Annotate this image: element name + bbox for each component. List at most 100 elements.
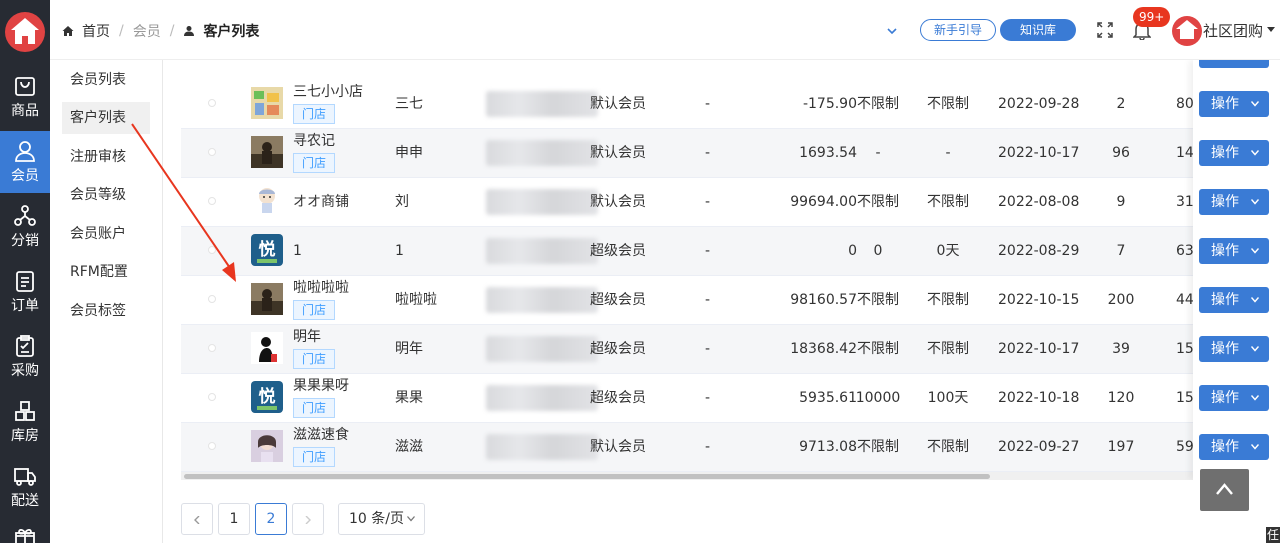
action-button[interactable]: 操作 xyxy=(1199,336,1269,362)
main-nav-rail: 商品 会员 分销 订单 采购 库房 配送 xyxy=(0,0,50,543)
submenu-item-registration-review[interactable]: 注册审核 xyxy=(62,141,150,173)
order-icon xyxy=(16,271,34,292)
page-button-2[interactable]: 2 xyxy=(255,503,287,535)
contact-name: 申申 xyxy=(395,145,423,161)
action-button[interactable]: 操作 xyxy=(1199,140,1269,166)
rail-item-warehouse[interactable]: 库房 xyxy=(0,391,50,453)
row-selector[interactable] xyxy=(208,99,216,107)
action-button[interactable]: 操作 xyxy=(1199,238,1269,264)
next-page-button[interactable] xyxy=(292,503,324,535)
action-button[interactable]: 操作 xyxy=(1199,189,1269,215)
store-tag: 门店 xyxy=(293,349,335,369)
referrer: - xyxy=(705,390,711,406)
home-icon[interactable] xyxy=(62,25,74,37)
referrer: - xyxy=(705,292,711,308)
rail-item-purchase[interactable]: 采购 xyxy=(0,326,50,388)
rail-item-goods[interactable]: 商品 xyxy=(0,66,50,128)
order-count: 9 xyxy=(1116,194,1126,210)
rail-item-members[interactable]: 会员 xyxy=(0,131,50,193)
caret-down-icon[interactable] xyxy=(1267,27,1275,32)
order-count: 39 xyxy=(1112,341,1130,357)
chevron-down-icon xyxy=(1251,346,1259,352)
user-icon xyxy=(184,26,195,36)
action-button[interactable]: 操作 xyxy=(1199,434,1269,460)
table-row: 明年 门店 明年 超级会员 -18368.42 不限制 不限制 2022-10-17 39 157 xyxy=(181,325,1203,374)
submenu-item-member-tags[interactable]: 会员标签 xyxy=(62,295,150,327)
knowledge-base-button[interactable]: 知识库 xyxy=(1000,19,1076,41)
row-selector[interactable] xyxy=(208,344,216,352)
submenu-item-member-list[interactable]: 会员列表 xyxy=(62,64,150,96)
page-size-select[interactable]: 10 条/页 xyxy=(338,503,425,535)
register-date: 2022-08-29 xyxy=(998,243,1080,259)
action-button[interactable]: 操作 xyxy=(1199,385,1269,411)
breadcrumb-parent[interactable]: 会员 xyxy=(133,21,161,41)
avatar[interactable] xyxy=(1172,16,1202,46)
guide-button[interactable]: 新手引导 xyxy=(920,19,996,41)
shop-name[interactable]: 三七小小店 xyxy=(293,83,363,101)
action-button[interactable]: 操作 xyxy=(1199,91,1269,117)
prev-page-button[interactable] xyxy=(181,503,213,535)
row-selector[interactable] xyxy=(208,197,216,205)
order-count: 197 xyxy=(1107,439,1135,455)
fullscreen-icon[interactable] xyxy=(1097,22,1113,38)
contact-name: 明年 xyxy=(395,341,423,357)
submenu-item-customer-list[interactable]: 客户列表 xyxy=(62,102,150,134)
silhouette-thumb xyxy=(251,332,283,364)
row-selector[interactable] xyxy=(208,393,216,401)
cartoon-thumb xyxy=(251,185,283,217)
gift-icon[interactable] xyxy=(13,527,37,543)
row-selector[interactable] xyxy=(208,295,216,303)
yue-logo-thumb: 悦 xyxy=(251,381,283,413)
chevron-down-icon xyxy=(1251,297,1259,303)
rail-item-label: 商品 xyxy=(11,103,39,119)
credit-period: - xyxy=(945,145,951,161)
page-size-value: 10 条/页 xyxy=(349,511,404,527)
shop-thumb xyxy=(251,87,283,119)
page-button-1[interactable]: 1 xyxy=(218,503,250,535)
breadcrumb-home[interactable]: 首页 xyxy=(82,21,110,41)
breadcrumb: 首页 / 会员 / 客户列表 xyxy=(62,20,259,42)
rail-item-distribution[interactable]: 分销 xyxy=(0,196,50,258)
credit-period: 不限制 xyxy=(927,194,969,210)
row-selector[interactable] xyxy=(208,442,216,450)
register-date: 2022-09-28 xyxy=(998,96,1080,112)
referrer: - xyxy=(705,341,711,357)
credit-period: 不限制 xyxy=(927,439,969,455)
action-button[interactable]: 操作 xyxy=(1199,287,1269,313)
rail-item-label: 采购 xyxy=(11,363,39,379)
back-to-top-button[interactable] xyxy=(1200,469,1249,511)
order-count: 7 xyxy=(1116,243,1126,259)
submenu-item-member-account[interactable]: 会员账户 xyxy=(62,218,150,250)
blurred-phone xyxy=(486,91,598,117)
action-button[interactable] xyxy=(1199,60,1269,68)
blurred-phone xyxy=(486,140,598,166)
order-total: 80 xyxy=(1176,96,1194,112)
shop-name[interactable]: 1 xyxy=(293,242,302,260)
shop-name[interactable]: 滋滋速食 xyxy=(293,426,349,444)
referrer: - xyxy=(705,96,711,112)
rail-item-label: 库房 xyxy=(11,428,39,444)
rail-item-delivery[interactable]: 配送 xyxy=(0,456,50,518)
row-selector[interactable] xyxy=(208,246,216,254)
shop-name[interactable]: 果果果呀 xyxy=(293,377,349,395)
credit-period: 100天 xyxy=(927,390,969,406)
credit-limit: - xyxy=(875,145,881,161)
shop-name[interactable]: 明年 xyxy=(293,328,321,346)
order-count: 200 xyxy=(1107,292,1135,308)
submenu-item-rfm-config[interactable]: RFM配置 xyxy=(62,256,150,288)
action-button-label: 操作 xyxy=(1211,341,1239,357)
store-tag: 门店 xyxy=(293,104,335,124)
table-row: 三七小小店 门店 三七 默认会员 - -175.90 不限制 不限制 2022-09-28 2 80 xyxy=(181,80,1194,129)
register-date: 2022-09-27 xyxy=(998,439,1080,455)
chevron-down-icon[interactable] xyxy=(885,24,899,38)
horizontal-scrollbar[interactable] xyxy=(181,472,1193,480)
user-name[interactable]: 社区团购 xyxy=(1203,20,1263,41)
shop-name[interactable]: オオ商铺 xyxy=(293,193,349,211)
rail-item-orders[interactable]: 订单 xyxy=(0,261,50,323)
order-count: 96 xyxy=(1112,145,1130,161)
row-selector[interactable] xyxy=(208,148,216,156)
bag-icon xyxy=(15,77,35,96)
submenu-item-member-level[interactable]: 会员等级 xyxy=(62,179,150,211)
shop-name[interactable]: 啦啦啦啦 xyxy=(293,279,349,297)
shop-name[interactable]: 寻农记 xyxy=(293,132,335,150)
